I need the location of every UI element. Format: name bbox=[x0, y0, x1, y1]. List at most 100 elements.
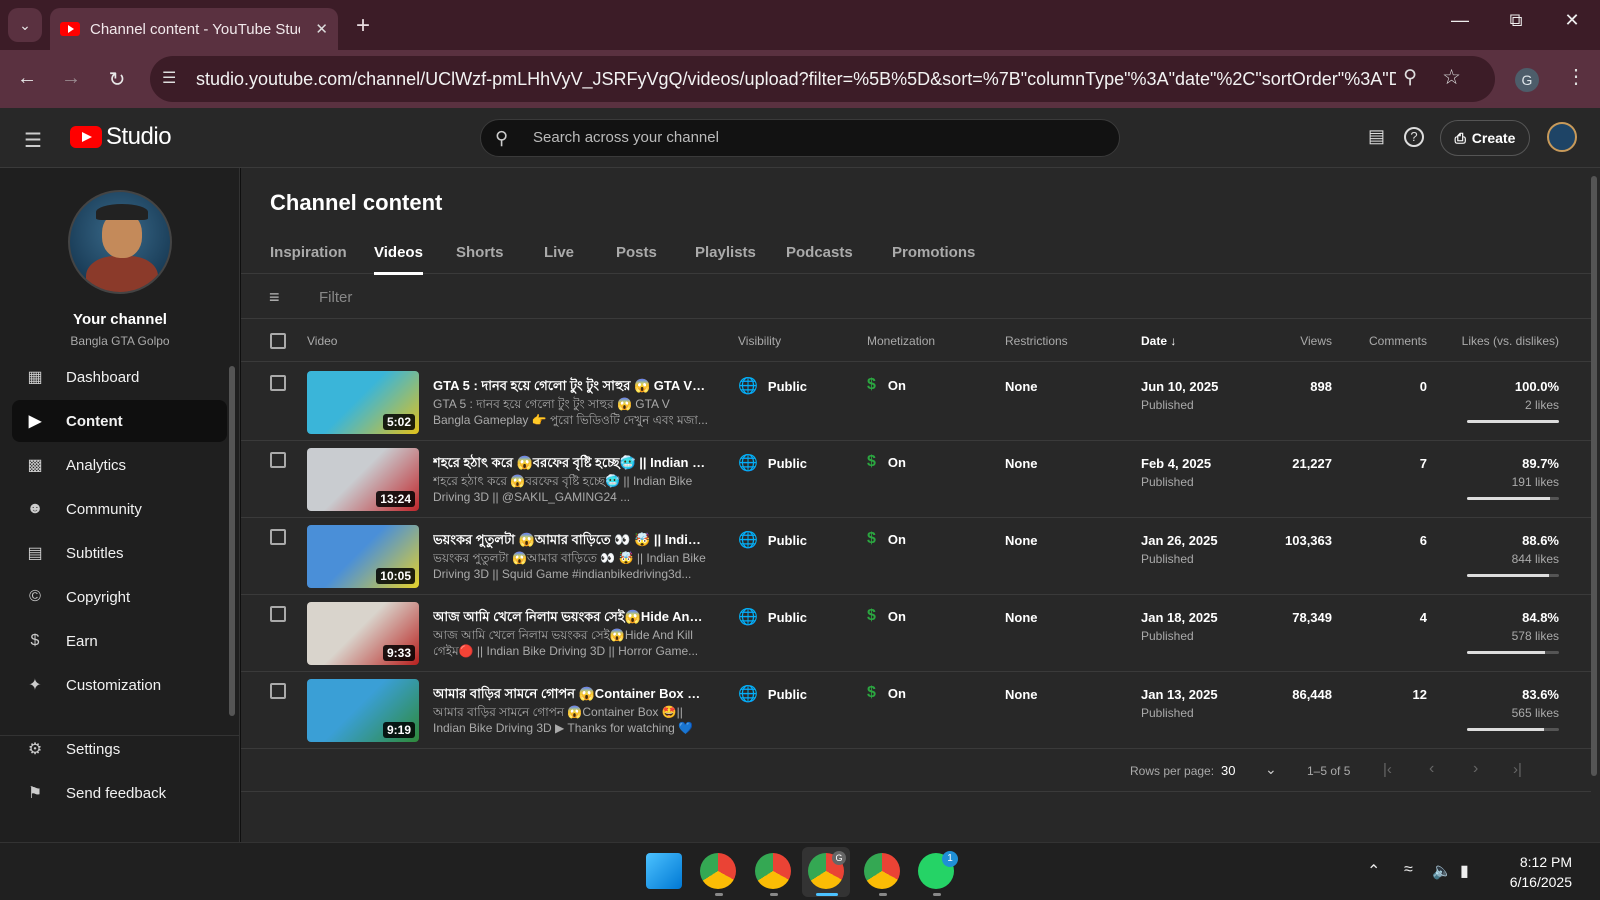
sidebar-item-earn[interactable]: $ Earn bbox=[12, 620, 227, 662]
video-title[interactable]: আমার বাড়ির সামনে গোপন 😱Container Box 🤩|… bbox=[433, 685, 708, 706]
row-checkbox[interactable] bbox=[270, 529, 286, 545]
last-page-icon[interactable]: ›| bbox=[1513, 761, 1522, 778]
first-page-icon[interactable]: |‹ bbox=[1383, 761, 1392, 778]
column-views[interactable]: Views bbox=[1300, 334, 1332, 348]
column-likes[interactable]: Likes (vs. dislikes) bbox=[1462, 334, 1559, 348]
browser-profile-avatar[interactable]: G bbox=[1515, 68, 1539, 92]
row-checkbox[interactable] bbox=[270, 375, 286, 391]
tab-podcasts[interactable]: Podcasts bbox=[786, 244, 853, 261]
tab-inspiration[interactable]: Inspiration bbox=[270, 244, 347, 261]
sidebar-item-send-feedback[interactable]: ⚑ Send feedback bbox=[12, 772, 227, 814]
video-title[interactable]: GTA 5 : দানব হয়ে গেলো টুং টুং সাহুর 😱 G… bbox=[433, 377, 708, 398]
sidebar-item-community[interactable]: ☻ Community bbox=[12, 488, 227, 530]
minimize-icon[interactable]: — bbox=[1440, 10, 1480, 31]
battery-icon[interactable]: ▮ bbox=[1460, 861, 1469, 881]
new-tab-button[interactable]: + bbox=[356, 12, 370, 40]
tab-playlists[interactable]: Playlists bbox=[695, 244, 756, 261]
channel-search-input[interactable]: ⚲ Search across your channel bbox=[480, 119, 1120, 157]
sidebar-item-copyright[interactable]: © Copyright bbox=[12, 576, 227, 618]
sidebar-scrollbar[interactable] bbox=[229, 366, 235, 716]
visibility-cell[interactable]: 🌐 Public bbox=[738, 607, 807, 627]
next-page-icon[interactable]: › bbox=[1473, 760, 1478, 778]
url-text[interactable]: studio.youtube.com/channel/UClWzf-pmLHhV… bbox=[196, 69, 1396, 90]
sidebar-item-analytics[interactable]: ▩ Analytics bbox=[12, 444, 227, 486]
filter-icon[interactable]: ≡ bbox=[269, 287, 280, 308]
column-restrictions[interactable]: Restrictions bbox=[1005, 334, 1068, 348]
zoom-icon[interactable]: ⚲ bbox=[1403, 66, 1417, 89]
create-button[interactable]: ⎙ Create bbox=[1440, 120, 1530, 156]
video-title[interactable]: শহরে হঠাৎ করে 😱বরফের বৃষ্টি হচ্ছে🥶 || In… bbox=[433, 454, 708, 475]
sidebar-item-content[interactable]: ▶ Content bbox=[12, 400, 227, 442]
back-icon[interactable]: ← bbox=[14, 67, 40, 90]
table-row[interactable]: 13:24 শহরে হঠাৎ করে 😱বরফের বৃষ্টি হচ্ছে🥶 … bbox=[241, 440, 1591, 518]
filter-input[interactable]: Filter bbox=[319, 289, 352, 306]
column-date[interactable]: Date ↓ bbox=[1141, 334, 1176, 348]
tab-shorts[interactable]: Shorts bbox=[456, 244, 504, 261]
column-visibility[interactable]: Visibility bbox=[738, 334, 781, 348]
column-monetization[interactable]: Monetization bbox=[867, 334, 935, 348]
address-bar[interactable]: ☰ studio.youtube.com/channel/UClWzf-pmLH… bbox=[150, 56, 1495, 102]
monetization-cell[interactable]: $ On bbox=[867, 607, 906, 625]
rows-per-page-select[interactable]: 30 bbox=[1221, 763, 1235, 778]
tab-search-button[interactable]: ⌄ bbox=[8, 8, 42, 42]
video-thumbnail[interactable]: 13:24 bbox=[307, 448, 419, 511]
table-row[interactable]: 9:19 আমার বাড়ির সামনে গোপন 😱Container Bo… bbox=[241, 671, 1591, 749]
hamburger-menu-icon[interactable]: ☰ bbox=[24, 128, 42, 153]
messages-icon[interactable]: ▤ bbox=[1368, 126, 1385, 147]
column-comments[interactable]: Comments bbox=[1369, 334, 1427, 348]
system-clock[interactable]: 8:12 PM 6/16/2025 bbox=[1510, 852, 1572, 892]
video-thumbnail[interactable]: 9:33 bbox=[307, 602, 419, 665]
row-checkbox[interactable] bbox=[270, 452, 286, 468]
sidebar-item-customization[interactable]: ✦ Customization bbox=[12, 664, 227, 706]
forward-icon[interactable]: → bbox=[58, 67, 84, 90]
visibility-cell[interactable]: 🌐 Public bbox=[738, 684, 807, 704]
chevron-down-icon[interactable]: ⌄ bbox=[1265, 761, 1277, 778]
volume-icon[interactable]: 🔈 bbox=[1432, 861, 1452, 881]
site-settings-icon[interactable]: ☰ bbox=[162, 68, 176, 88]
monetization-cell[interactable]: $ On bbox=[867, 376, 906, 394]
browser-menu-icon[interactable]: ⋮ bbox=[1566, 64, 1586, 89]
table-row[interactable]: 9:33 আজ আমি খেলে নিলাম ভয়ংকর সেই😱Hide An… bbox=[241, 594, 1591, 672]
show-hidden-icons-icon[interactable]: ⌃ bbox=[1367, 861, 1380, 881]
monetization-cell[interactable]: $ On bbox=[867, 684, 906, 702]
browser-tab[interactable]: Channel content - YouTube Studio ✕ bbox=[50, 8, 338, 50]
video-thumbnail[interactable]: 9:19 bbox=[307, 679, 419, 742]
prev-page-icon[interactable]: ‹ bbox=[1429, 760, 1434, 778]
chrome-icon[interactable] bbox=[700, 853, 736, 889]
video-thumbnail[interactable]: 5:02 bbox=[307, 371, 419, 434]
studio-logo[interactable]: Studio bbox=[70, 123, 172, 151]
bookmark-star-icon[interactable]: ☆ bbox=[1442, 65, 1461, 90]
row-checkbox[interactable] bbox=[270, 683, 286, 699]
chrome-profile-2-icon[interactable] bbox=[755, 853, 791, 889]
reload-icon[interactable]: ↻ bbox=[104, 67, 130, 92]
close-window-icon[interactable]: ✕ bbox=[1552, 10, 1592, 31]
tab-videos[interactable]: Videos bbox=[374, 244, 423, 275]
monetization-cell[interactable]: $ On bbox=[867, 530, 906, 548]
row-checkbox[interactable] bbox=[270, 606, 286, 622]
tab-posts[interactable]: Posts bbox=[616, 244, 657, 261]
sidebar-item-dashboard[interactable]: ▦ Dashboard bbox=[12, 356, 227, 398]
restore-icon[interactable]: ⧉ bbox=[1496, 10, 1536, 31]
windows-start-icon[interactable] bbox=[646, 853, 682, 889]
video-thumbnail[interactable]: 10:05 bbox=[307, 525, 419, 588]
video-title[interactable]: ভয়ংকর পুতুলটা 😱আমার বাড়িতে 👀 🤯 || Indi… bbox=[433, 531, 708, 552]
main-scrollbar[interactable] bbox=[1591, 176, 1597, 776]
visibility-cell[interactable]: 🌐 Public bbox=[738, 453, 807, 473]
table-row[interactable]: 5:02 GTA 5 : দানব হয়ে গেলো টুং টুং সাহুর… bbox=[241, 363, 1591, 441]
channel-avatar[interactable] bbox=[68, 190, 172, 294]
visibility-cell[interactable]: 🌐 Public bbox=[738, 376, 807, 396]
chrome-profile-3-icon[interactable] bbox=[864, 853, 900, 889]
video-title[interactable]: আজ আমি খেলে নিলাম ভয়ংকর সেই😱Hide And Ki… bbox=[433, 608, 708, 629]
monetization-cell[interactable]: $ On bbox=[867, 453, 906, 471]
sidebar-item-settings[interactable]: ⚙ Settings bbox=[12, 728, 227, 770]
select-all-checkbox[interactable] bbox=[270, 333, 286, 349]
table-row[interactable]: 10:05 ভয়ংকর পুতুলটা 😱আমার বাড়িতে 👀 🤯 ||… bbox=[241, 517, 1591, 595]
sidebar-item-subtitles[interactable]: ▤ Subtitles bbox=[12, 532, 227, 574]
account-avatar[interactable] bbox=[1547, 122, 1577, 152]
close-tab-icon[interactable]: ✕ bbox=[315, 20, 328, 38]
help-icon[interactable]: ? bbox=[1404, 127, 1424, 147]
visibility-cell[interactable]: 🌐 Public bbox=[738, 530, 807, 550]
tab-live[interactable]: Live bbox=[544, 244, 574, 261]
wifi-icon[interactable]: ≈ bbox=[1404, 861, 1413, 879]
tab-promotions[interactable]: Promotions bbox=[892, 244, 975, 261]
